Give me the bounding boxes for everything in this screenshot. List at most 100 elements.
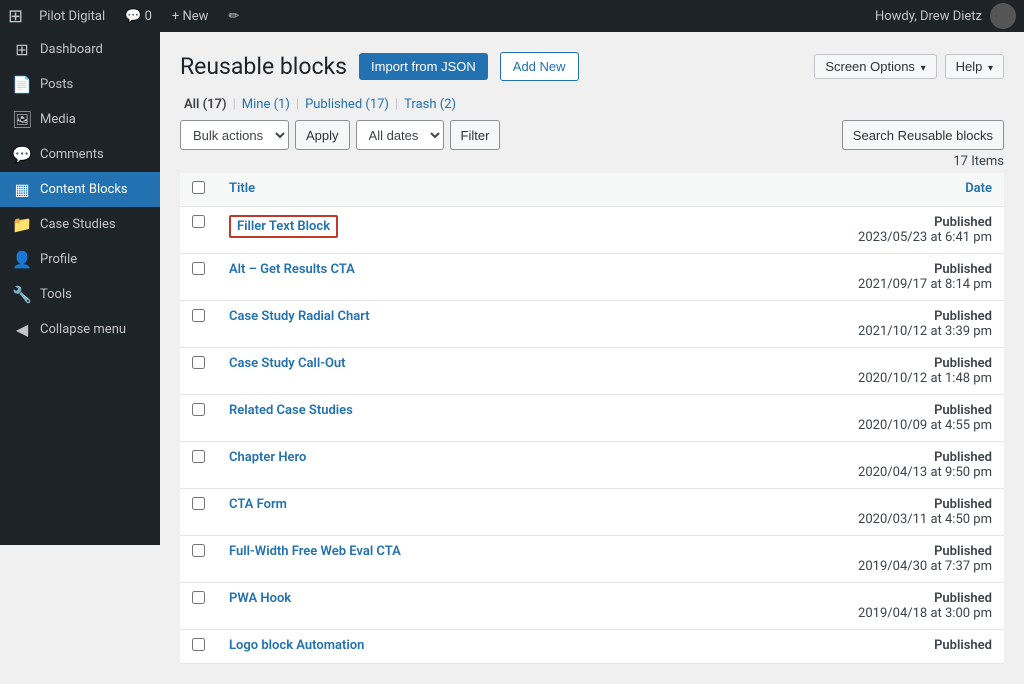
edit-link[interactable]: ✏ xyxy=(220,9,247,24)
page-header-right: Screen Options ▾ Help ▾ xyxy=(814,54,1004,79)
media-icon: 🖼 xyxy=(12,110,32,129)
comments-link[interactable]: 💬 0 xyxy=(117,9,160,24)
filter-sep-2: | xyxy=(296,97,299,112)
search-reusable-blocks-button[interactable]: Search Reusable blocks xyxy=(842,120,1004,150)
table-header-title[interactable]: Title xyxy=(217,173,824,207)
sidebar-item-comments[interactable]: 💬 Comments xyxy=(0,137,160,172)
filter-button[interactable]: Filter xyxy=(450,120,501,150)
date-filter-select[interactable]: All dates xyxy=(356,120,444,150)
sidebar-item-profile[interactable]: 👤 Profile xyxy=(0,242,160,277)
row-title[interactable]: Chapter Hero xyxy=(229,450,306,465)
row-checkbox-cell xyxy=(180,536,217,583)
select-all-checkbox[interactable] xyxy=(192,181,205,194)
row-checkbox[interactable] xyxy=(192,262,205,275)
new-content-link[interactable]: + New xyxy=(164,9,217,24)
row-checkbox[interactable] xyxy=(192,638,205,651)
row-date: 2021/09/17 at 8:14 pm xyxy=(836,277,992,292)
row-checkbox[interactable] xyxy=(192,403,205,416)
row-title[interactable]: Case Study Call-Out xyxy=(229,356,346,371)
sidebar-item-posts[interactable]: 📄 Posts xyxy=(0,67,160,102)
content-blocks-icon: ▦ xyxy=(12,180,32,199)
row-date-cell: Published2019/04/18 at 3:00 pm xyxy=(824,583,1004,630)
sidebar-label-collapse: Collapse menu xyxy=(40,322,126,337)
row-title[interactable]: CTA Form xyxy=(229,497,287,512)
row-checkbox[interactable] xyxy=(192,591,205,604)
filter-link-trash[interactable]: Trash (2) xyxy=(400,97,460,112)
row-status: Published xyxy=(836,497,992,512)
bulk-actions-select[interactable]: Bulk actions xyxy=(180,120,289,150)
sidebar-label-comments: Comments xyxy=(40,147,104,162)
row-checkbox[interactable] xyxy=(192,356,205,369)
help-chevron-icon: ▾ xyxy=(988,63,993,74)
row-status: Published xyxy=(836,450,992,465)
posts-icon: 📄 xyxy=(12,75,32,94)
filter-link-published[interactable]: Published (17) xyxy=(301,97,393,112)
table-row: Chapter HeroPublished2020/04/13 at 9:50 … xyxy=(180,442,1004,489)
row-date: 2023/05/23 at 6:41 pm xyxy=(836,230,992,245)
filter-link-all[interactable]: All (17) xyxy=(180,97,231,112)
row-checkbox-cell xyxy=(180,301,217,348)
help-label: Help xyxy=(956,59,983,74)
sidebar-item-case-studies[interactable]: 📁 Case Studies xyxy=(0,207,160,242)
row-date-cell: Published2019/04/30 at 7:37 pm xyxy=(824,536,1004,583)
sidebar-item-content-blocks[interactable]: ▦ Content Blocks xyxy=(0,172,160,207)
sidebar-item-media[interactable]: 🖼 Media xyxy=(0,102,160,137)
row-checkbox[interactable] xyxy=(192,215,205,228)
sidebar: ⊞ Dashboard 📄 Posts 🖼 Media 💬 Comments ▦… xyxy=(0,32,160,545)
page-header-left: Reusable blocks Import from JSON Add New xyxy=(180,52,579,81)
row-title[interactable]: Case Study Radial Chart xyxy=(229,309,370,324)
row-title[interactable]: Alt – Get Results CTA xyxy=(229,262,355,277)
select-all-checkbox-header[interactable] xyxy=(180,173,217,207)
table-row: CTA FormPublished2020/03/11 at 4:50 pm xyxy=(180,489,1004,536)
row-checkbox[interactable] xyxy=(192,309,205,322)
tools-icon: 🔧 xyxy=(12,285,32,304)
import-from-json-button[interactable]: Import from JSON xyxy=(359,53,488,80)
profile-icon: 👤 xyxy=(12,250,32,269)
help-button[interactable]: Help ▾ xyxy=(945,54,1004,79)
row-status: Published xyxy=(836,591,992,606)
sidebar-item-dashboard[interactable]: ⊞ Dashboard xyxy=(0,32,160,67)
sidebar-item-tools[interactable]: 🔧 Tools xyxy=(0,277,160,312)
sidebar-label-content-blocks: Content Blocks xyxy=(40,182,128,197)
row-status: Published xyxy=(836,262,992,277)
row-checkbox-cell xyxy=(180,207,217,254)
main-content: Reusable blocks Import from JSON Add New… xyxy=(160,32,1024,684)
row-checkbox[interactable] xyxy=(192,450,205,463)
sidebar-label-profile: Profile xyxy=(40,252,77,267)
row-date: 2021/10/12 at 3:39 pm xyxy=(836,324,992,339)
row-title[interactable]: Related Case Studies xyxy=(229,403,353,418)
sidebar-label-case-studies: Case Studies xyxy=(40,217,116,232)
reusable-blocks-table: Title Date Filler Text BlockPublished202… xyxy=(180,173,1004,664)
row-date-cell: Published2020/10/09 at 4:55 pm xyxy=(824,395,1004,442)
row-date-cell: Published2023/05/23 at 6:41 pm xyxy=(824,207,1004,254)
row-title-cell: Case Study Radial Chart xyxy=(217,301,824,348)
sidebar-item-collapse[interactable]: ◀ Collapse menu xyxy=(0,312,160,347)
table-row: Full-Width Free Web Eval CTA Published201… xyxy=(180,536,1004,583)
row-title[interactable]: Logo block Automation xyxy=(229,638,364,653)
apply-button[interactable]: Apply xyxy=(295,120,350,150)
items-count: 17 Items xyxy=(180,154,1004,169)
row-title[interactable]: Full-Width Free Web Eval CTA xyxy=(229,544,401,559)
toolbar: Bulk actions Apply All dates Filter Sear… xyxy=(180,120,1004,150)
row-title-cell: CTA Form xyxy=(217,489,824,536)
row-checkbox[interactable] xyxy=(192,544,205,557)
row-checkbox-cell xyxy=(180,348,217,395)
avatar[interactable] xyxy=(990,3,1016,29)
row-title[interactable]: PWA Hook xyxy=(229,591,291,606)
table-body: Filler Text BlockPublished2023/05/23 at … xyxy=(180,207,1004,664)
table-row: Filler Text Block Published2023/05/23 at … xyxy=(180,207,1004,254)
filter-link-mine[interactable]: Mine (1) xyxy=(238,97,294,112)
table-row: Case Study Call-OutPublished2020/10/12 a… xyxy=(180,348,1004,395)
row-title-cell: Logo block Automation xyxy=(217,630,824,664)
screen-options-button[interactable]: Screen Options ▾ xyxy=(814,54,936,79)
collapse-icon: ◀ xyxy=(12,320,32,339)
site-name-link[interactable]: Pilot Digital xyxy=(31,9,113,24)
row-date: 2019/04/30 at 7:37 pm xyxy=(836,559,992,574)
add-new-button[interactable]: Add New xyxy=(500,52,579,81)
table-header-date[interactable]: Date xyxy=(824,173,1004,207)
row-checkbox[interactable] xyxy=(192,497,205,510)
table-row: Related Case Studies Published2020/10/09 … xyxy=(180,395,1004,442)
wp-logo-icon[interactable]: ⊞ xyxy=(8,6,23,27)
row-date: 2020/10/12 at 1:48 pm xyxy=(836,371,992,386)
row-title[interactable]: Filler Text Block xyxy=(229,215,338,238)
